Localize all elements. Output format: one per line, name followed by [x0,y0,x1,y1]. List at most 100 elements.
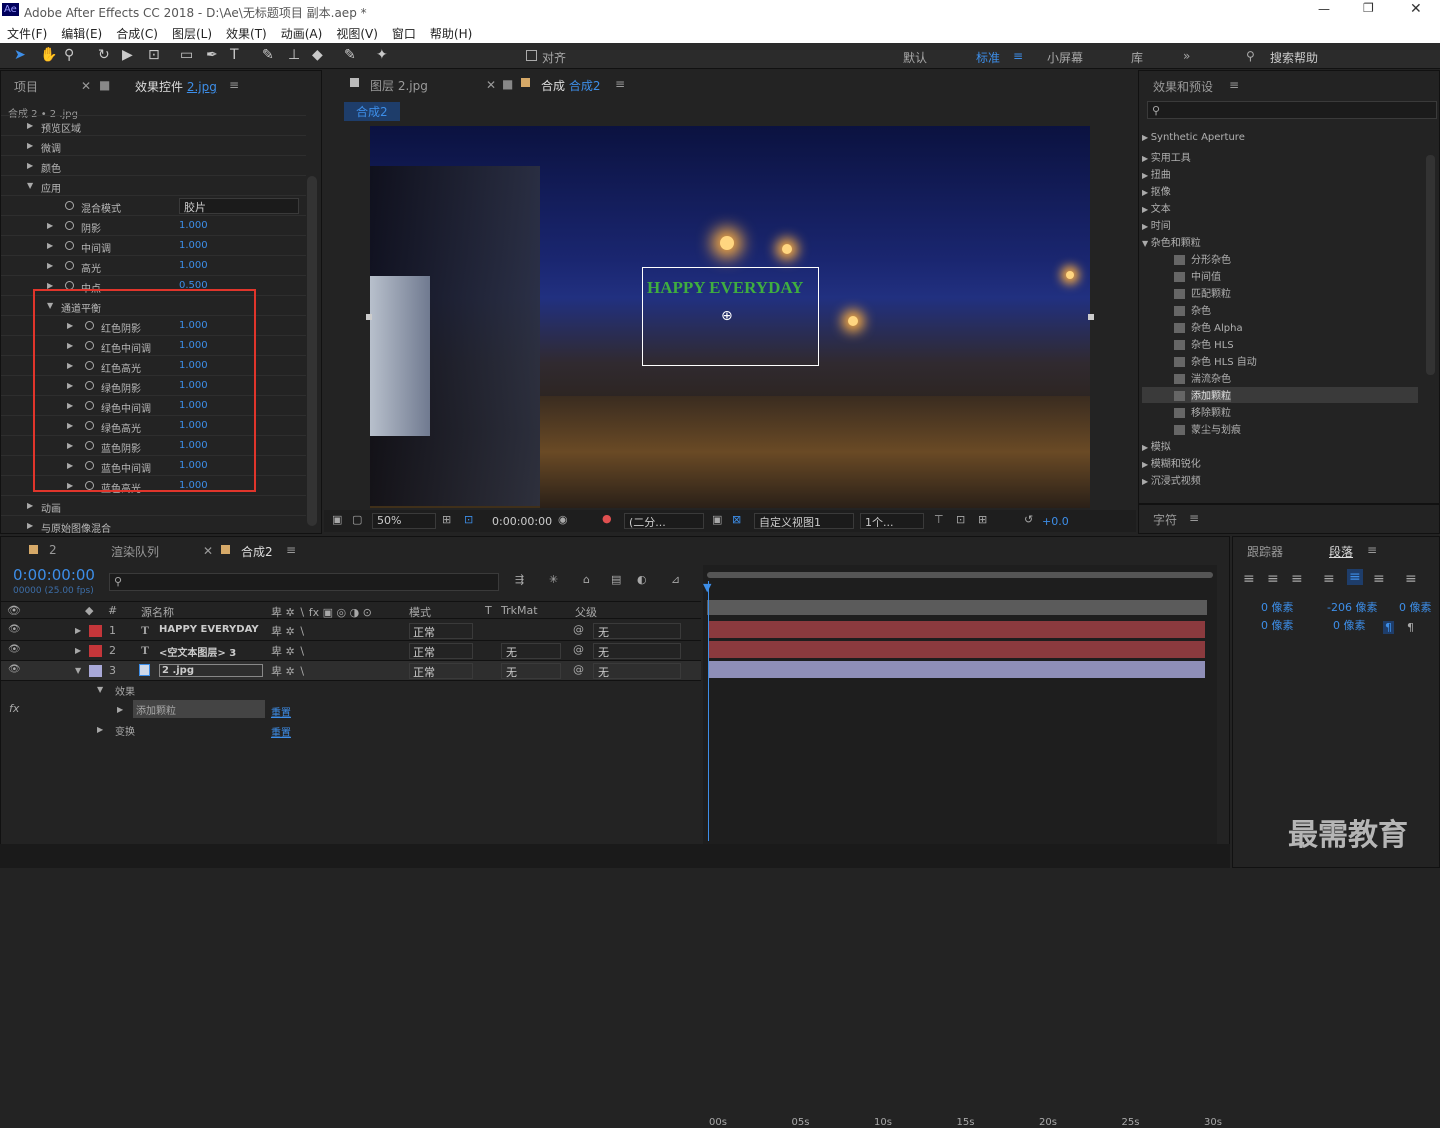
effect-item[interactable]: ▶ 时间 [1142,217,1418,233]
expand-icon[interactable]: ▶ [75,626,81,635]
clone-stamp-tool-icon[interactable]: ⊥ [288,47,300,63]
effect-item[interactable]: ▼ 杂色和颗粒 [1142,234,1418,250]
layer-name[interactable]: 2 .jpg [159,664,263,677]
panel-menu-icon[interactable]: ≡ [1189,511,1199,525]
grid-icon[interactable]: ⊞ [442,513,451,526]
effect-item[interactable]: ▶ 模拟 [1142,438,1418,454]
layer-bar[interactable] [709,661,1205,678]
zoom-tool-icon[interactable]: ⚲ [64,47,74,63]
visibility-icon[interactable]: 👁 [8,664,21,675]
comp-badge[interactable]: 合成2 [344,102,400,121]
rotate-tool-icon[interactable]: ↻ [98,47,110,63]
trkmat-dropdown[interactable]: 无 [501,643,561,659]
mode-dropdown[interactable]: 正常 [409,663,473,679]
effect-item[interactable]: 杂色 HLS [1142,336,1418,352]
expand-icon[interactable]: ▶ [1142,133,1151,142]
comp-flowchart-icon[interactable]: ⇶ [515,573,524,586]
tab-layer[interactable]: 图层 2.jpg [370,77,428,94]
toggle-icon[interactable]: ⊤ [934,513,944,526]
motion-blur-icon[interactable]: ◐ [637,573,647,586]
label-color-swatch[interactable] [89,625,102,637]
space-before-value[interactable]: 0 像素 [1261,617,1294,633]
puppet-pin-tool-icon[interactable]: ✦ [376,47,388,63]
tab-project[interactable]: 项目 [14,78,38,95]
effect-item[interactable]: ▶ Synthetic Aperture [1142,132,1418,148]
expand-icon[interactable]: ▶ [1142,171,1151,180]
effect-item[interactable]: 添加颗粒 [1142,387,1418,403]
layer-name[interactable]: HAPPY EVERYDAY [159,624,259,635]
effect-param-row[interactable]: ▶ 与原始图像混合 [1,515,306,535]
indent-right-value[interactable]: 0 像素 [1399,599,1432,615]
restore-icon[interactable]: ❐ [1363,1,1374,15]
expand-icon[interactable]: ▶ [1142,477,1151,486]
effect-param-row[interactable]: ▶ 高光 1.000 [1,255,306,275]
align-center-icon[interactable]: ≡ [1267,571,1279,587]
frame-blend-icon[interactable]: ▤ [611,573,621,586]
flowchart-icon[interactable]: ⊞ [978,513,987,526]
effects-search-input[interactable]: ⚲ [1147,101,1437,119]
ltr-direction-icon[interactable]: ¶ [1383,621,1394,634]
effect-item[interactable]: 蒙尘与划痕 [1142,421,1418,437]
switches[interactable]: 卑 ✲ ∖ [271,623,305,639]
layer-row[interactable]: 👁 ▶ 2 T <空文本图层> 3 卑 ✲ ∖ 正常 无 @ 无 [1,641,701,661]
reset-link[interactable]: 重置 [271,724,291,739]
resolution-dropdown[interactable]: (二分... [624,513,704,529]
timeline-search-input[interactable]: ⚲ [109,573,499,591]
param-value[interactable]: 1.000 [179,240,208,251]
visibility-icon[interactable]: 👁 [8,624,21,635]
effect-item[interactable]: ▶ 扭曲 [1142,166,1418,182]
expand-icon[interactable]: ▶ [47,241,53,250]
indent-left-value[interactable]: 0 像素 [1261,599,1294,615]
parent-dropdown[interactable]: 无 [593,643,681,659]
menu-window[interactable]: 窗口 [385,22,423,43]
anchor-point-icon[interactable]: ⊕ [721,308,733,324]
scrollbar[interactable] [307,176,317,526]
lock-icon[interactable]: ■ [502,77,513,91]
switches[interactable]: 卑 ✲ ∖ [271,643,305,659]
blend-mode-dropdown[interactable]: 胶片 [179,198,299,214]
expand-icon[interactable]: ▶ [1142,443,1151,452]
minimize-icon[interactable]: — [1318,2,1330,16]
view-dropdown[interactable]: 自定义视图1 [754,513,854,529]
roto-brush-tool-icon[interactable]: ✎ [344,47,356,63]
effect-item[interactable]: ▶ 模糊和锐化 [1142,455,1418,471]
col-source-name[interactable]: 源名称 [141,604,174,620]
justify-left-icon[interactable]: ≡ [1323,571,1335,587]
layer-bar[interactable] [709,641,1205,658]
panel-menu-icon[interactable]: ≡ [1367,543,1377,557]
tab-timeline-2[interactable]: 2 [49,543,57,557]
effect-param-row[interactable]: ▶ 预览区域 [1,115,306,135]
camera-tool-icon[interactable]: ▶ [122,47,133,63]
expand-icon[interactable]: ▶ [27,121,33,130]
expand-icon[interactable]: ▶ [1142,460,1151,469]
stopwatch-icon[interactable] [65,261,74,270]
collapse-icon[interactable]: ▼ [1142,239,1151,248]
transparency-icon[interactable]: ⊠ [732,513,741,526]
workspace-menu-icon[interactable]: ≡ [1013,49,1023,63]
effect-item[interactable]: ▶ 文本 [1142,200,1418,216]
mask-icon[interactable]: ⊡ [464,513,473,526]
brush-tool-icon[interactable]: ✎ [262,47,274,63]
tab-paragraph[interactable]: 段落 [1329,543,1353,560]
effect-item[interactable]: 杂色 HLS 自动 [1142,353,1418,369]
search-help-input[interactable]: 搜索帮助 [1270,49,1318,66]
space-after-value[interactable]: 0 像素 [1333,617,1366,633]
layer-name[interactable]: <空文本图层> 3 [159,644,236,659]
effect-param-row[interactable]: ▶ 阴影 1.000 [1,215,306,235]
camera-icon[interactable]: ◉ [558,513,568,526]
stopwatch-icon[interactable] [65,241,74,250]
effect-item[interactable]: ▶ 实用工具 [1142,149,1418,165]
color-channel-icon[interactable]: ● [602,512,612,525]
rtl-direction-icon[interactable]: ¶ [1407,621,1414,634]
workspace-library[interactable]: 库 [1131,49,1143,66]
layer-row[interactable]: 👁 ▼ 3 2 .jpg 卑 ✲ ∖ 正常 无 @ 无 [1,661,701,681]
label-color-swatch[interactable] [89,645,102,657]
pickwhip-icon[interactable]: @ [573,623,584,636]
timeline-timecode[interactable]: 0:00:00:00 [13,566,95,584]
tab-composition[interactable]: 合成 合成2 [541,77,600,94]
mode-dropdown[interactable]: 正常 [409,643,473,659]
menu-layer[interactable]: 图层(L) [165,22,219,43]
expand-icon[interactable]: ▶ [47,221,53,230]
label-color-swatch[interactable] [89,665,102,677]
text-layer-bounds[interactable]: HAPPY EVERYDAY ⊕ [642,267,819,366]
